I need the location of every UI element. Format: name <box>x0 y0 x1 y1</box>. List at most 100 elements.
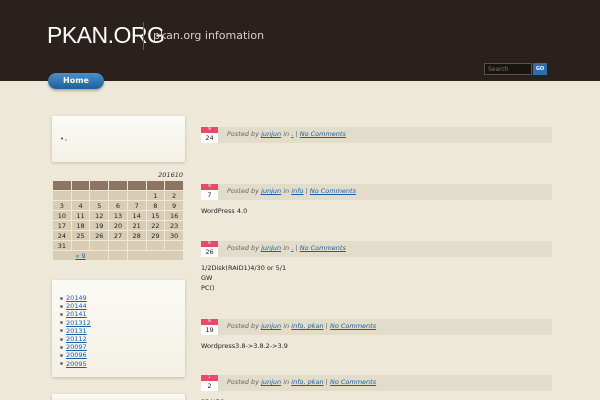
archive-link[interactable]: 20096 <box>66 351 87 359</box>
post-body-line: Wordpress3.8->3.8.2->3.9 <box>201 342 288 350</box>
post-meta-bar: 9 7 Posted by junjun in info | No Comments <box>201 184 552 200</box>
post-meta: Posted by junjun in . | No Comments <box>227 130 346 138</box>
post-meta-bar: 6 19 Posted by junjun in info, pkan | No C… <box>201 319 552 335</box>
author-link[interactable]: junjun <box>261 130 281 138</box>
in-label: in <box>283 322 290 330</box>
calendar-day: 22 <box>146 221 165 230</box>
posted-by-label: Posted by <box>227 378 259 386</box>
calendar-day: 2 <box>165 191 183 200</box>
archive-link[interactable]: 20141 <box>66 310 87 318</box>
post-meta-bar: 6 26 Posted by junjun in . | No Comments <box>201 241 552 257</box>
calendar-day <box>146 241 165 250</box>
comments-link[interactable]: No Comments <box>300 130 346 138</box>
category-links[interactable]: . <box>291 130 293 138</box>
category-links[interactable]: info <box>291 187 303 195</box>
calendar-day: 12 <box>90 211 109 220</box>
calendar-day <box>109 241 127 250</box>
comments-link[interactable]: No Comments <box>300 244 346 252</box>
calendar-day: 6 <box>109 201 127 210</box>
calendar-weekday <box>146 181 165 190</box>
archive-link[interactable]: 20097 <box>66 343 87 351</box>
author-link[interactable]: junjun <box>261 244 281 252</box>
comments-link[interactable]: No Comments <box>330 322 376 330</box>
calendar-day <box>127 191 146 200</box>
calendar-day: 30 <box>165 231 183 240</box>
calendar-day: 27 <box>109 231 127 240</box>
meta-separator: | <box>325 378 328 386</box>
author-link[interactable]: junjun <box>261 378 281 386</box>
calendar-nav-spacer <box>109 251 127 260</box>
archive-link[interactable]: 20144 <box>66 302 87 310</box>
calendar-day <box>90 191 109 200</box>
date-day: 19 <box>201 325 218 335</box>
calendar-header-row <box>53 181 183 190</box>
comments-link[interactable]: No Comments <box>310 187 356 195</box>
calendar-day: 18 <box>71 221 90 230</box>
post: 9 7 Posted by junjun in info | No Comments… <box>201 184 552 216</box>
sidebar-widget-list: • <box>52 116 185 162</box>
meta-separator: | <box>295 130 298 138</box>
calendar-day: 28 <box>127 231 146 240</box>
archive-link[interactable]: 20149 <box>66 294 87 302</box>
archive-link[interactable]: 201312 <box>66 319 91 327</box>
comments-link[interactable]: No Comments <box>330 378 376 386</box>
post-body-line: 1/2Disk(RAID1)4/30 or 5/1 <box>201 264 287 272</box>
date-day: 2 <box>201 381 218 391</box>
calendar-day: 13 <box>109 211 127 220</box>
calendar-prev-link[interactable]: « 9 <box>53 251 109 260</box>
calendar-day: 21 <box>127 221 146 230</box>
calendar-day: 5 <box>90 201 109 210</box>
post-body: WordPress 4.0 <box>201 206 552 216</box>
bullet-icon <box>60 296 63 300</box>
search-go-button[interactable]: GO <box>533 63 547 75</box>
list-item: 20144 <box>60 302 91 310</box>
calendar-week-row: 24 25 26 27 28 29 30 <box>53 231 183 240</box>
author-link[interactable]: junjun <box>261 187 281 195</box>
calendar-day <box>90 241 109 250</box>
archive-link[interactable]: 20095 <box>66 360 87 368</box>
calendar-day: 1 <box>146 191 165 200</box>
in-label: in <box>283 130 290 138</box>
calendar-week-row: 17 18 19 20 21 22 23 <box>53 221 183 230</box>
calendar-prev-anchor[interactable]: « 9 <box>75 252 85 260</box>
posted-by-label: Posted by <box>227 130 259 138</box>
calendar-day: 3 <box>53 201 71 210</box>
post: 6 26 Posted by junjun in . | No Comments 1/… <box>201 241 552 293</box>
list-item: 20112 <box>60 335 91 343</box>
date-day: 26 <box>201 247 218 257</box>
calendar: 1 2 3 4 5 6 7 8 9 10 11 12 13 14 15 16 17 18 19 20 21 22 23 24 2… <box>52 180 184 261</box>
calendar-day: 7 <box>127 201 146 210</box>
archives-list: 20149 20144 20141 201312 20131 20112 20097 2009… <box>60 294 91 368</box>
date-badge: 9 24 <box>201 127 218 143</box>
site-description: pkan.org infomation <box>153 29 265 42</box>
archive-link[interactable]: 20131 <box>66 327 87 335</box>
posted-by-label: Posted by <box>227 187 259 195</box>
category-links[interactable]: . <box>291 244 293 252</box>
post-meta: Posted by junjun in . | No Comments <box>227 244 346 252</box>
calendar-day: 9 <box>165 201 183 210</box>
calendar-day: 25 <box>71 231 90 240</box>
category-links[interactable]: info, pkan <box>291 322 323 330</box>
date-badge: 6 19 <box>201 319 218 335</box>
calendar-day: 29 <box>146 231 165 240</box>
author-link[interactable]: junjun <box>261 322 281 330</box>
posted-by-label: Posted by <box>227 322 259 330</box>
date-day: 7 <box>201 190 218 200</box>
calendar-week-row: 3456789 <box>53 201 183 210</box>
sidebar-widget-bottom <box>52 394 185 400</box>
date-badge: 6 26 <box>201 241 218 257</box>
sidebar-widget-archives: 20149 20144 20141 201312 20131 20112 20097 2009… <box>52 280 185 377</box>
nav-home-tab[interactable]: Home <box>48 73 104 89</box>
post-body-line: PC() <box>201 284 215 292</box>
calendar-nav-row: « 9 <box>53 251 183 260</box>
site-title[interactable]: PKAN.ORG <box>47 22 165 49</box>
archive-link[interactable]: 20112 <box>66 335 87 343</box>
bullet-icon <box>60 321 63 325</box>
calendar-day: 26 <box>90 231 109 240</box>
search-input[interactable] <box>484 63 532 75</box>
category-links[interactable]: info, pkan <box>291 378 323 386</box>
post-meta: Posted by junjun in info | No Comments <box>227 187 356 195</box>
list-item[interactable] <box>65 139 67 141</box>
calendar-day: 11 <box>71 211 90 220</box>
in-label: in <box>283 244 290 252</box>
